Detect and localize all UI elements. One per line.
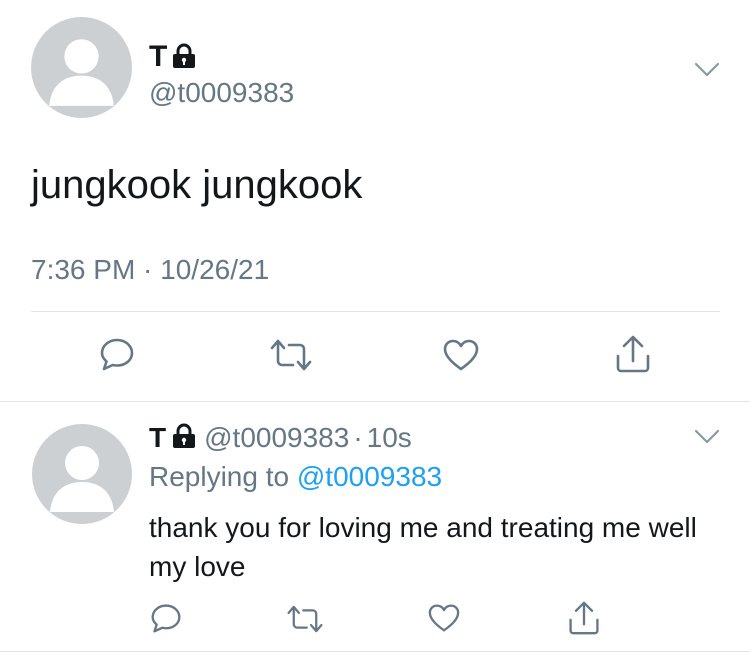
share-button[interactable] [567, 600, 601, 636]
share-icon [569, 601, 599, 635]
chevron-down-icon[interactable] [694, 62, 720, 78]
like-button[interactable] [442, 338, 480, 372]
avatar[interactable] [31, 17, 132, 118]
like-button[interactable] [427, 603, 461, 633]
retweet-icon [270, 339, 312, 371]
retweet-icon [287, 605, 323, 633]
separator-dot: · [353, 422, 363, 453]
retweet-button[interactable] [269, 338, 313, 372]
share-button[interactable] [614, 334, 652, 374]
tweet-timestamp[interactable]: 7:36 PM · 10/26/21 [31, 253, 269, 287]
reply-header: T @t0009383 · 10s [149, 421, 412, 455]
reply-icon [100, 338, 134, 371]
lock-icon [172, 43, 196, 74]
divider [31, 311, 720, 312]
retweet-button[interactable] [286, 604, 324, 634]
like-icon [428, 604, 460, 632]
default-avatar-icon [50, 446, 114, 512]
reply-button[interactable] [150, 602, 182, 634]
author-name-row: T [149, 40, 196, 74]
default-avatar-icon [49, 39, 114, 106]
author-name[interactable]: T [149, 421, 166, 455]
tweet-text: jungkook jungkook [31, 163, 363, 207]
author-handle[interactable]: @t0009383 [149, 76, 294, 110]
chevron-down-icon[interactable] [694, 429, 720, 445]
replying-to-handle[interactable]: @t0009383 [297, 461, 442, 492]
bottom-divider [0, 651, 750, 652]
reply-icon [151, 604, 181, 633]
reply-text: thank you for loving me and treating me … [149, 512, 697, 582]
author-handle[interactable]: @t0009383 [204, 422, 349, 454]
avatar[interactable] [32, 424, 132, 524]
tweet-separator [0, 401, 750, 402]
reply-button[interactable] [99, 336, 135, 372]
like-icon [443, 339, 479, 371]
replying-to: Replying to @t0009383 [149, 460, 442, 494]
lock-icon [172, 423, 196, 454]
replying-to-label: Replying to [149, 461, 290, 492]
time-ago[interactable]: 10s [367, 422, 412, 454]
share-icon [616, 335, 650, 373]
author-name[interactable]: T [149, 40, 167, 74]
